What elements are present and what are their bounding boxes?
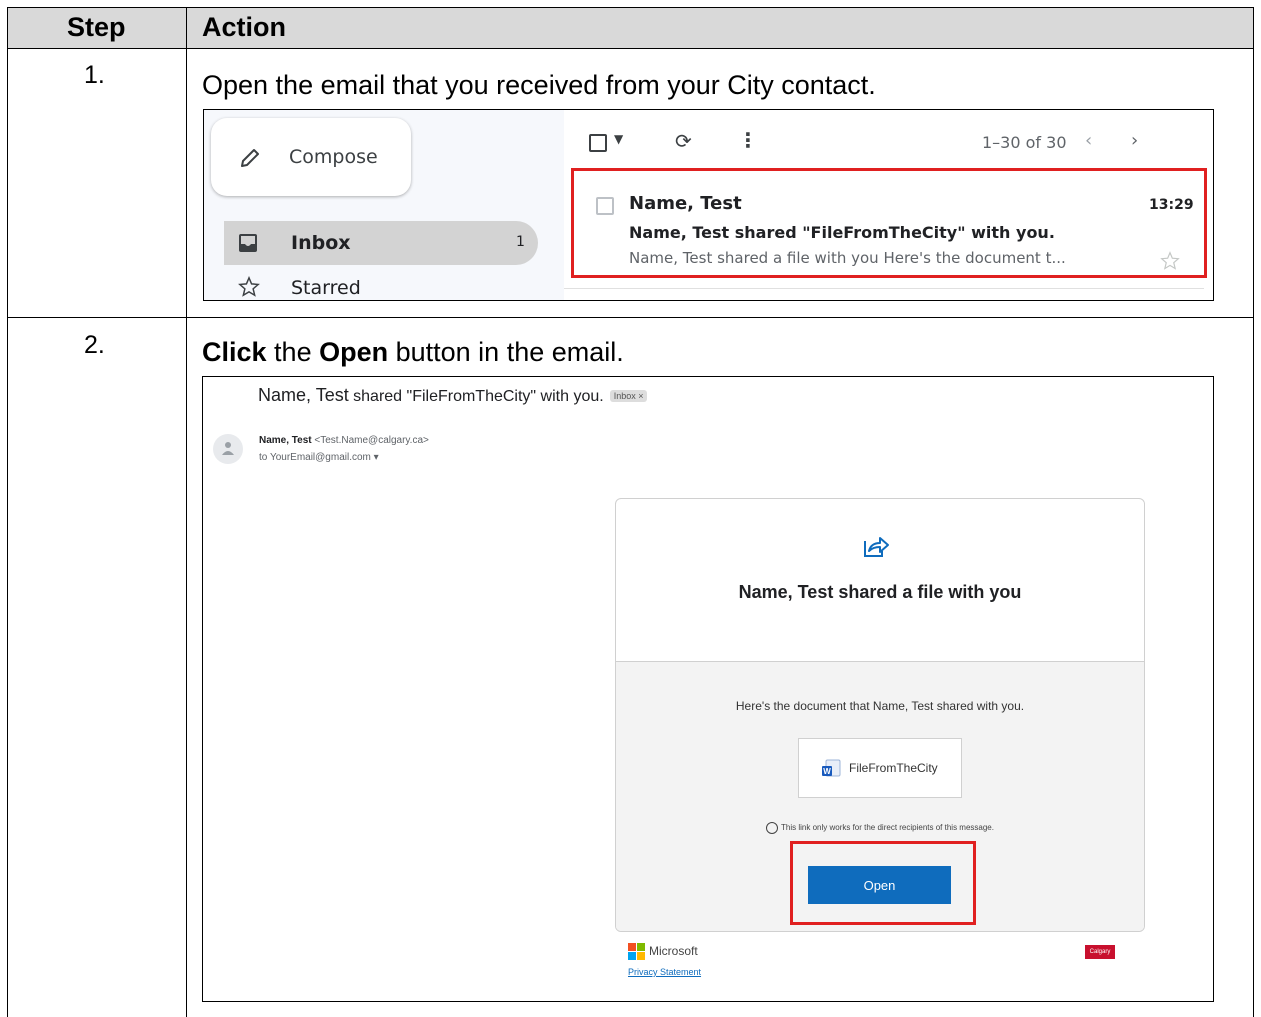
word-file-icon: W <box>822 759 841 777</box>
open-word: Open <box>319 337 389 367</box>
inbox-icon <box>239 234 257 252</box>
recipient-line[interactable]: to YourEmail@gmail.com ▾ <box>259 452 379 463</box>
email-subject-line: Name, Test shared "FileFromTheCity" with… <box>258 385 648 406</box>
sidebar-item-starred[interactable]: Starred <box>224 273 524 300</box>
table-border-left <box>7 7 8 1017</box>
calgary-logo: Calgary <box>1085 945 1115 959</box>
avatar <box>213 434 243 464</box>
instruction-tail: button in the email. <box>388 337 624 367</box>
unread-count: 1 <box>516 234 525 250</box>
email-checkbox[interactable] <box>596 197 614 215</box>
email-screenshot: Name, Test shared "FileFromTheCity" with… <box>202 376 1214 1002</box>
sender-email: <Test.Name@calgary.ca> <box>314 435 429 446</box>
table-border-mid <box>186 7 187 1017</box>
table-header-row <box>8 8 1253 48</box>
table-border-row1 <box>7 317 1254 318</box>
chevron-down-icon[interactable]: ▼ <box>614 132 623 146</box>
email-subject: Name, Test shared "FileFromTheCity" with… <box>629 223 1055 242</box>
header-step: Step <box>67 12 126 42</box>
email-sender: Name, Test <box>629 193 742 214</box>
table-border-header <box>7 48 1254 49</box>
pagination-range: 1–30 of 30 <box>982 133 1067 152</box>
person-icon <box>222 442 234 455</box>
compose-label: Compose <box>289 146 378 168</box>
sidebar-item-inbox[interactable]: Inbox 1 <box>224 221 538 265</box>
click-word: Click <box>202 337 267 367</box>
step-number-2: 2. <box>84 331 105 359</box>
sender-name: Name, Test <box>259 435 312 446</box>
privacy-statement-link[interactable]: Privacy Statement <box>628 967 701 977</box>
step-number-1: 1. <box>84 61 105 89</box>
step-2-instruction: Click the Open button in the email. <box>202 337 624 368</box>
email-time: 13:29 <box>1149 197 1194 213</box>
svg-text:W: W <box>823 767 831 776</box>
inbox-screenshot: Compose Inbox 1 Starred ▼ ⟳ ⋮ 1–30 of 30… <box>203 109 1214 301</box>
link-restriction-note: This link only works for the direct reci… <box>616 822 1144 834</box>
file-name: FileFromTheCity <box>849 761 938 775</box>
star-icon <box>238 276 260 297</box>
compose-button[interactable]: Compose <box>211 118 411 196</box>
inbox-label-chip[interactable]: Inbox × <box>609 390 648 403</box>
email-snippet: Name, Test shared a file with you Here's… <box>629 249 1066 267</box>
share-card-title: Name, Test shared a file with you <box>738 582 1022 602</box>
subject-sender: Name, Test <box>258 385 349 405</box>
next-page-icon[interactable]: › <box>1131 130 1138 151</box>
sidebar-item-label: Starred <box>291 277 361 299</box>
refresh-icon[interactable]: ⟳ <box>675 129 692 153</box>
previous-page-icon[interactable]: ‹ <box>1085 130 1092 151</box>
more-options-icon[interactable]: ⋮ <box>738 128 758 152</box>
star-icon[interactable] <box>1160 251 1180 271</box>
the-word: the <box>266 337 320 367</box>
file-link[interactable]: W FileFromTheCity <box>798 738 962 798</box>
people-icon <box>766 822 778 834</box>
open-button-highlight <box>790 841 976 925</box>
microsoft-logo-icon <box>628 943 645 960</box>
sidebar-item-label: Inbox <box>291 232 351 254</box>
select-all-checkbox[interactable] <box>589 134 607 152</box>
subject-text: shared "FileFromTheCity" with you. <box>348 388 604 405</box>
step-1-instruction: Open the email that you received from yo… <box>202 70 876 100</box>
sender-line: Name, Test <Test.Name@calgary.ca> <box>259 435 429 446</box>
microsoft-label: Microsoft <box>649 944 698 958</box>
pencil-icon <box>241 149 259 167</box>
share-description: Here's the document that Name, Test shar… <box>735 699 1025 713</box>
share-icon <box>864 537 889 557</box>
table-border-right <box>1253 7 1254 1017</box>
table-border-top <box>7 7 1254 8</box>
row-divider <box>564 288 1204 289</box>
email-row-highlighted[interactable]: Name, Test 13:29 Name, Test shared "File… <box>571 168 1207 278</box>
header-action: Action <box>202 12 286 42</box>
